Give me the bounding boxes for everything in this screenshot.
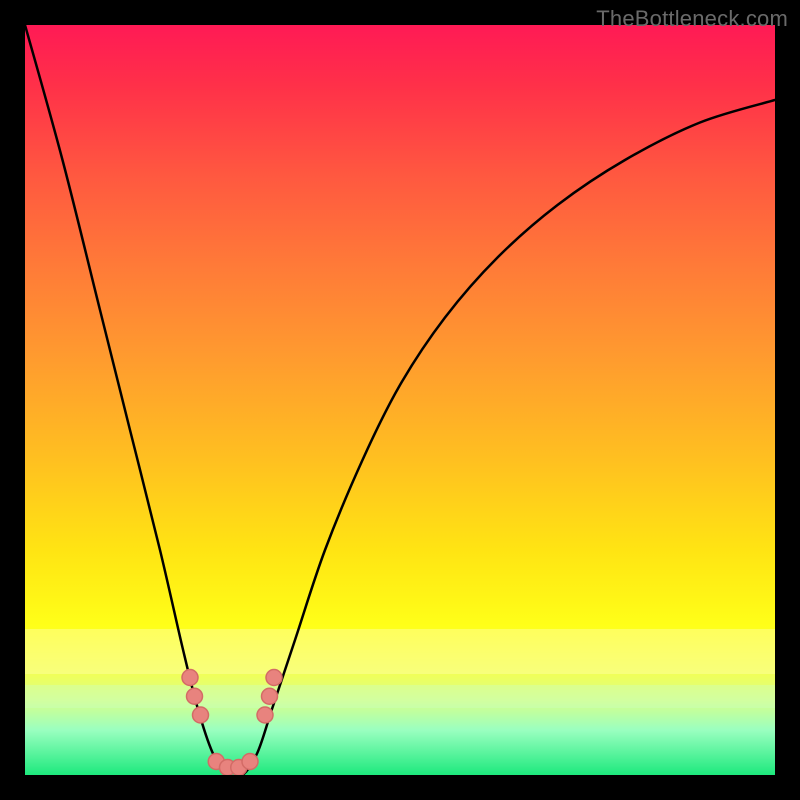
curve-marker <box>182 670 198 686</box>
chart-svg <box>25 25 775 775</box>
curve-marker <box>257 707 273 723</box>
curve-markers <box>182 670 282 776</box>
curve-marker <box>187 688 203 704</box>
curve-marker <box>266 670 282 686</box>
curve-marker <box>193 707 209 723</box>
curve-marker <box>262 688 278 704</box>
watermark-text: TheBottleneck.com <box>596 6 788 32</box>
chart-area <box>25 25 775 775</box>
bottleneck-curve <box>25 25 775 775</box>
curve-marker <box>242 754 258 770</box>
